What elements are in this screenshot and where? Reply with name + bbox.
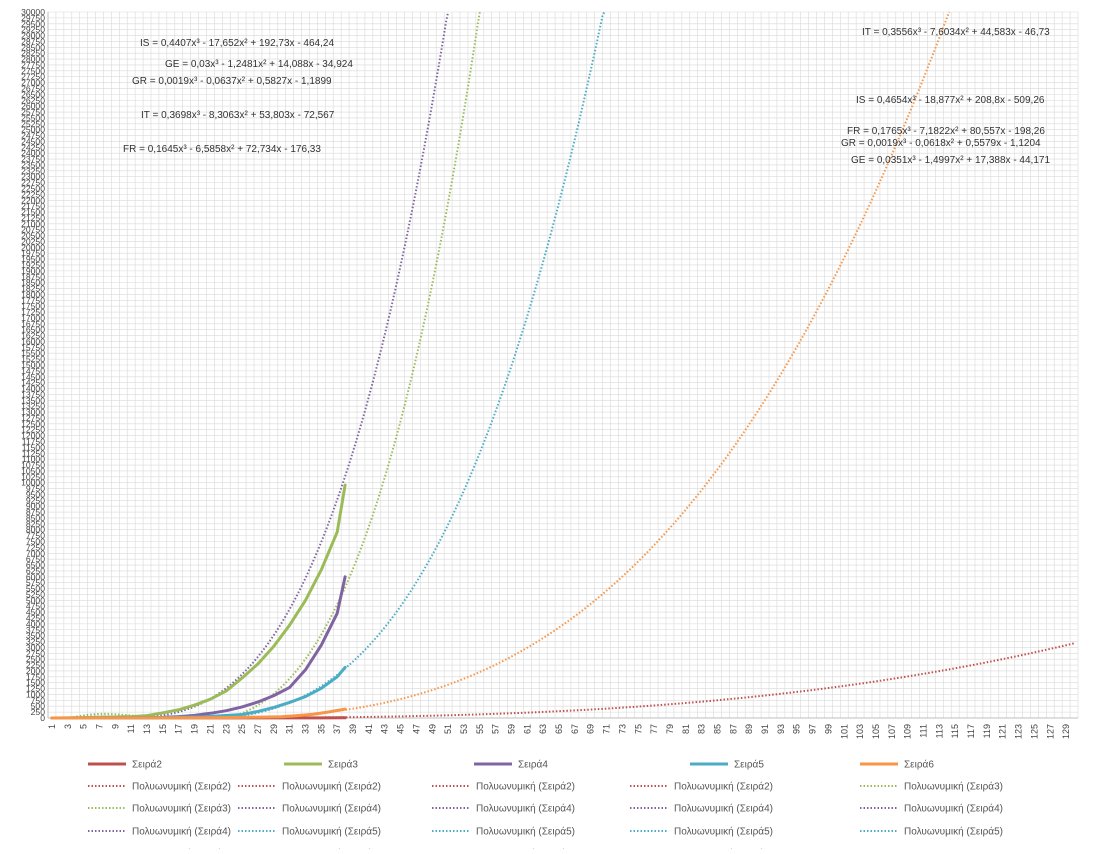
trendline-equation-left: IT = 0,3698x³ - 8,3063x² + 53,803x - 72,… [141, 110, 335, 121]
x-tick-label: 31 [285, 724, 295, 734]
x-tick-label: 33 [301, 724, 311, 734]
legend-label: Πολυωνυμική (Σειρά2) [282, 781, 381, 793]
x-tick-label: 79 [665, 724, 675, 734]
x-tick-label: 67 [570, 724, 580, 734]
legend-label: Σειρά5 [734, 759, 764, 771]
x-tick-label: 75 [633, 724, 643, 734]
x-tick-label: 89 [744, 724, 754, 734]
x-tick-label: 47 [411, 724, 421, 734]
x-tick-label: 39 [348, 724, 358, 734]
x-tick-label: 17 [174, 724, 184, 734]
legend-label: Πολυωνυμική (Σειρά2) [476, 781, 575, 793]
x-tick-label: 37 [332, 724, 342, 734]
x-tick-label: 119 [982, 724, 992, 738]
x-tick-label: 63 [538, 724, 548, 734]
x-tick-label: 113 [934, 724, 944, 738]
legend-label: Πολυωνυμική (Σειρά4) [132, 826, 231, 838]
x-tick-label: 13 [142, 724, 152, 734]
x-tick-label: 43 [380, 724, 390, 734]
x-tick-label: 103 [855, 724, 865, 739]
x-tick-label: 49 [427, 724, 437, 734]
x-tick-label: 27 [253, 724, 263, 734]
x-tick-label: 65 [554, 724, 564, 734]
legend-label: Σειρά2 [132, 759, 162, 771]
trendline-equation-right: GR = 0,0019x³ - 0,0618x² + 0,5579x - 1,1… [841, 138, 1041, 149]
x-tick-label: 51 [443, 724, 453, 734]
x-tick-label: 127 [1045, 724, 1055, 739]
x-tick-label: 41 [364, 724, 374, 734]
legend-label: Πολυωνυμική (Σειρά5) [476, 826, 575, 838]
legend-label: Σειρά4 [518, 759, 548, 771]
trendline-equation-right: IT = 0,3556x³ - 7,6034x² + 44,583x - 46,… [862, 27, 1050, 38]
x-tick-label: 53 [459, 724, 469, 734]
x-tick-label: 11 [126, 724, 136, 733]
x-tick-label: 25 [237, 724, 247, 734]
x-tick-label: 73 [617, 724, 627, 734]
legend-label: Πολυωνυμική (Σειρά4) [282, 803, 381, 815]
x-tick-label: 123 [1014, 724, 1024, 739]
trendline-equation-right: FR = 0,1765x³ - 7,1822x² + 80,557x - 198… [847, 126, 1045, 137]
x-tick-label: 115 [950, 724, 960, 738]
x-tick-label: 91 [760, 724, 770, 734]
x-tick-label: 5 [79, 724, 89, 729]
trendline-equation-right: IS = 0,4654x³ - 18,877x² + 208,8x - 509,… [856, 95, 1045, 106]
trendline-equation-left: GR = 0,0019x³ - 0,0637x² + 0,5827x - 1,1… [132, 76, 332, 87]
x-tick-label: 107 [887, 724, 897, 739]
x-tick-label: 21 [205, 724, 215, 734]
x-tick-label: 19 [190, 724, 200, 734]
legend-label: Πολυωνυμική (Σειρά4) [674, 803, 773, 815]
x-tick-label: 109 [903, 724, 913, 739]
x-tick-label: 111 [919, 724, 929, 738]
x-tick-label: 69 [586, 724, 596, 734]
x-tick-label: 35 [316, 724, 326, 734]
x-tick-label: 95 [792, 724, 802, 734]
x-tick-label: 9 [110, 724, 120, 729]
chart-container: 0250500750100012501500175020002250250027… [0, 0, 1093, 849]
x-tick-label: 45 [396, 724, 406, 734]
x-tick-label: 57 [491, 724, 501, 734]
x-tick-label: 121 [998, 724, 1008, 739]
x-tick-label: 87 [728, 724, 738, 734]
legend-label: Πολυωνυμική (Σειρά3) [132, 803, 231, 815]
x-tick-label: 59 [507, 724, 517, 734]
y-tick-label: 30000 [21, 7, 45, 17]
x-tick-label: 3 [63, 724, 73, 729]
legend-label: Πολυωνυμική (Σειρά4) [476, 803, 575, 815]
legend-label: Σειρά6 [904, 759, 934, 771]
legend-label: Πολυωνυμική (Σειρά2) [674, 781, 773, 793]
x-tick-label: 85 [713, 724, 723, 734]
trendline-equation-left: FR = 0,1645x³ - 6,5858x² + 72,734x - 176… [123, 144, 321, 155]
legend-label: Πολυωνυμική (Σειρά2) [132, 781, 231, 793]
x-tick-label: 77 [649, 724, 659, 734]
x-tick-label: 97 [808, 724, 818, 734]
legend-label: Πολυωνυμική (Σειρά5) [904, 826, 1003, 838]
legend-label: Πολυωνυμική (Σειρά5) [282, 826, 381, 838]
x-tick-label: 99 [823, 724, 833, 734]
x-tick-label: 81 [681, 724, 691, 734]
trendline-equation-left: GE = 0,03x³ - 1,2481x² + 14,088x - 34,92… [165, 59, 353, 70]
legend-label: Πολυωνυμική (Σειρά3) [904, 781, 1003, 793]
x-tick-label: 129 [1061, 724, 1071, 739]
x-tick-label: 93 [776, 724, 786, 734]
x-tick-label: 7 [95, 724, 105, 729]
legend-label: Σειρά3 [328, 759, 358, 771]
x-tick-label: 1 [47, 724, 57, 729]
x-tick-label: 61 [522, 724, 532, 734]
x-tick-label: 55 [475, 724, 485, 734]
chart-svg: 0250500750100012501500175020002250250027… [0, 0, 1093, 849]
x-tick-label: 23 [221, 724, 231, 734]
trendline-equation-right: GE = 0,0351x³ - 1,4997x² + 17,388x - 44,… [851, 155, 1050, 166]
trendline-equation-left: IS = 0,4407x³ - 17,652x² + 192,73x - 464… [140, 38, 334, 49]
legend-label: Πολυωνυμική (Σειρά5) [674, 826, 773, 838]
x-tick-label: 71 [602, 724, 612, 734]
x-tick-label: 105 [871, 724, 881, 739]
legend-label: Πολυωνυμική (Σειρά4) [904, 803, 1003, 815]
x-tick-label: 125 [1029, 724, 1039, 739]
x-tick-label: 15 [158, 724, 168, 734]
x-tick-label: 29 [269, 724, 279, 734]
x-tick-label: 83 [697, 724, 707, 734]
x-tick-label: 117 [966, 724, 976, 738]
x-tick-label: 101 [839, 724, 849, 739]
